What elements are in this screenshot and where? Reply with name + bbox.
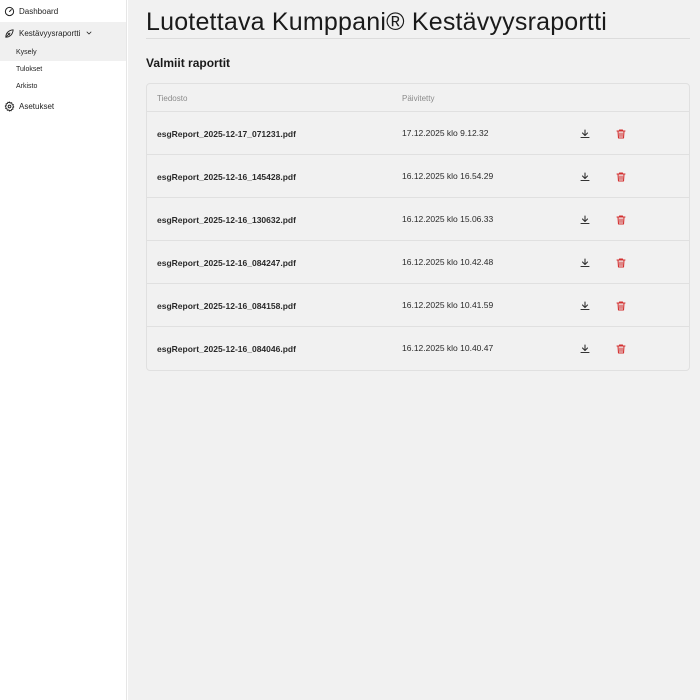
updated-timestamp: 16.12.2025 klo 10.41.59 (402, 300, 494, 310)
download-button[interactable] (577, 212, 592, 227)
updated-timestamp: 16.12.2025 klo 15.06.33 (402, 214, 494, 224)
delete-button[interactable] (613, 341, 628, 356)
download-icon (579, 257, 591, 269)
dashboard-gauge-icon (4, 6, 15, 17)
trash-icon (615, 128, 627, 140)
table-row: esgReport_2025-12-16_084046.pdf 16.12.202… (147, 327, 689, 370)
download-button[interactable] (577, 255, 592, 270)
file-name: esgReport_2025-12-16_130632.pdf (157, 215, 296, 225)
column-header-file: Tiedosto (157, 94, 188, 103)
delete-button[interactable] (613, 126, 628, 141)
file-name: esgReport_2025-12-16_084247.pdf (157, 258, 296, 268)
section-title: Valmiit raportit (146, 56, 231, 70)
delete-button[interactable] (613, 169, 628, 184)
column-header-updated: Päivitetty (402, 94, 435, 103)
download-button[interactable] (577, 169, 592, 184)
sidebar-item-kestavyysraportti[interactable]: Kestävyysraportti (0, 22, 126, 44)
page-title: Luotettava Kumppani® Kestävyysraportti (146, 8, 607, 36)
updated-timestamp: 16.12.2025 klo 16.54.29 (402, 171, 494, 181)
download-icon (579, 214, 591, 226)
table-row: esgReport_2025-12-17_071231.pdf 17.12.202… (147, 112, 689, 155)
download-icon (579, 300, 591, 312)
delete-button[interactable] (613, 298, 628, 313)
download-button[interactable] (577, 341, 592, 356)
trash-icon (615, 343, 627, 355)
trash-icon (615, 257, 627, 269)
download-icon (579, 343, 591, 355)
updated-timestamp: 16.12.2025 klo 10.40.47 (402, 343, 494, 353)
download-icon (579, 171, 591, 183)
gear-icon (4, 100, 15, 112)
sidebar-subitem-arkisto[interactable]: Arkisto (0, 78, 126, 95)
delete-button[interactable] (613, 255, 628, 270)
download-button[interactable] (577, 126, 592, 141)
table-header: Tiedosto Päivitetty (147, 84, 689, 112)
leaf-icon (4, 28, 15, 39)
download-icon (579, 128, 591, 140)
table-row: esgReport_2025-12-16_130632.pdf 16.12.202… (147, 198, 689, 241)
title-divider (146, 38, 690, 39)
table-row: esgReport_2025-12-16_145428.pdf 16.12.202… (147, 155, 689, 198)
sidebar-subitem-tulokset[interactable]: Tulokset (0, 61, 126, 78)
download-button[interactable] (577, 298, 592, 313)
trash-icon (615, 300, 627, 312)
chevron-down-icon[interactable] (85, 29, 93, 37)
sidebar-subitem-kysely[interactable]: Kysely (0, 44, 126, 61)
file-name: esgReport_2025-12-16_084046.pdf (157, 344, 296, 354)
table-row: esgReport_2025-12-16_084247.pdf 16.12.202… (147, 241, 689, 284)
sidebar-item-asetukset[interactable]: Asetukset (0, 95, 126, 117)
file-name: esgReport_2025-12-17_071231.pdf (157, 129, 296, 139)
trash-icon (615, 214, 627, 226)
table-row: esgReport_2025-12-16_084158.pdf 16.12.202… (147, 284, 689, 327)
sidebar: Dashboard Kestävyysraportti Kysely Tulok… (0, 0, 127, 700)
updated-timestamp: 16.12.2025 klo 10.42.48 (402, 257, 494, 267)
sidebar-item-label: Kestävyysraportti (19, 28, 81, 38)
reports-table: Tiedosto Päivitetty esgReport_2025-12-17… (146, 83, 690, 371)
sidebar-item-label: Asetukset (19, 101, 55, 111)
file-name: esgReport_2025-12-16_084158.pdf (157, 301, 296, 311)
trash-icon (615, 171, 627, 183)
updated-timestamp: 17.12.2025 klo 9.12.32 (402, 128, 489, 138)
delete-button[interactable] (613, 212, 628, 227)
file-name: esgReport_2025-12-16_145428.pdf (157, 172, 296, 182)
sidebar-item-dashboard[interactable]: Dashboard (0, 0, 126, 22)
sidebar-item-label: Dashboard (19, 6, 59, 16)
main-content: Luotettava Kumppani® Kestävyysraportti V… (128, 0, 700, 700)
